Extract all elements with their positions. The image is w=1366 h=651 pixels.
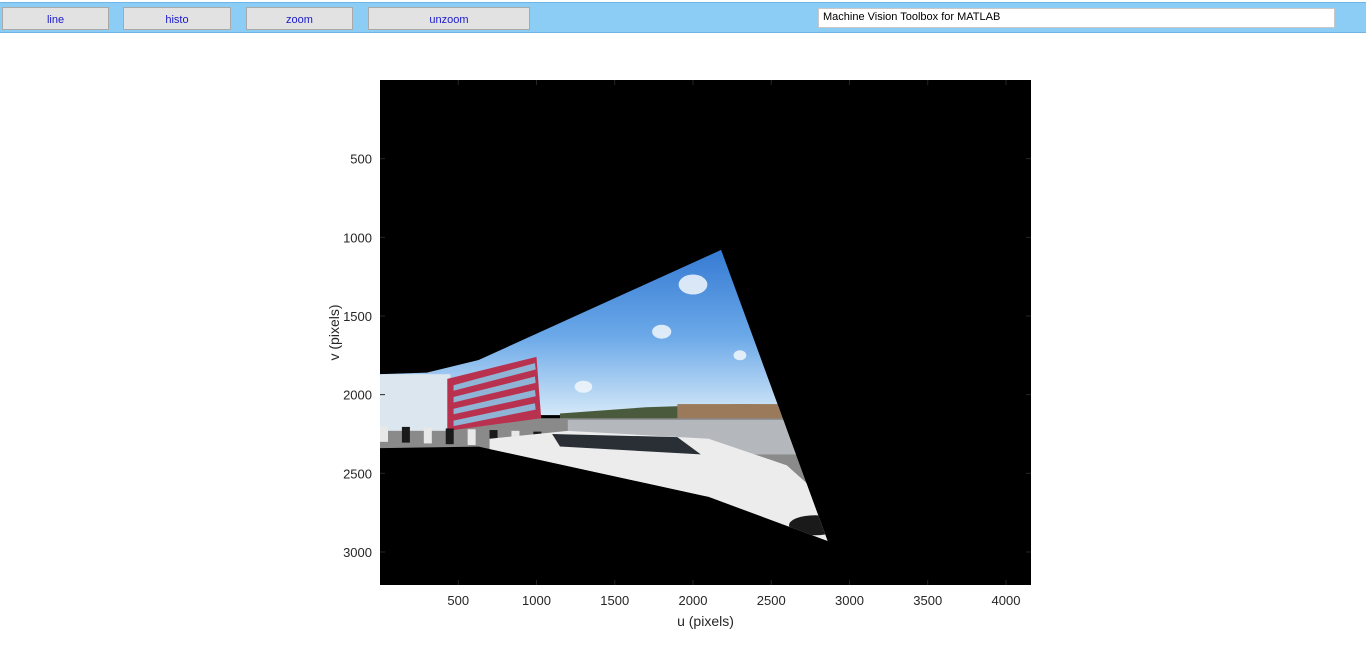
x-tick-label: 500 xyxy=(447,593,469,608)
x-tick-label: 4000 xyxy=(992,593,1021,608)
parked-car xyxy=(445,428,454,445)
y-tick-label: 2500 xyxy=(343,466,372,481)
parked-car xyxy=(380,426,388,442)
cloud xyxy=(652,324,672,339)
x-tick-label: 2000 xyxy=(679,593,708,608)
parked-car xyxy=(401,426,410,443)
y-tick-label: 500 xyxy=(350,152,372,167)
y-tick-label: 2000 xyxy=(343,388,372,403)
cloud xyxy=(574,380,593,393)
parked-car xyxy=(467,429,476,445)
x-axis-label: u (pixels) xyxy=(677,613,734,629)
y-tick-label: 1500 xyxy=(343,309,372,324)
x-tick-label: 2500 xyxy=(757,593,786,608)
image-axes[interactable]: 500 1000 1500 2000 2500 3000 3500 4000 500 1000 15… xyxy=(0,0,1366,651)
x-tick-label: 3500 xyxy=(913,593,942,608)
cloud xyxy=(678,274,708,295)
y-axis-label: v (pixels) xyxy=(326,304,342,360)
left-building xyxy=(380,374,451,431)
y-tick-label: 3000 xyxy=(343,545,372,560)
y-tick-label: 1000 xyxy=(343,230,372,245)
x-tick-label: 1500 xyxy=(600,593,629,608)
cloud xyxy=(733,350,747,361)
parked-car xyxy=(423,427,432,444)
x-tick-label: 1000 xyxy=(522,593,551,608)
x-tick-label: 3000 xyxy=(835,593,864,608)
